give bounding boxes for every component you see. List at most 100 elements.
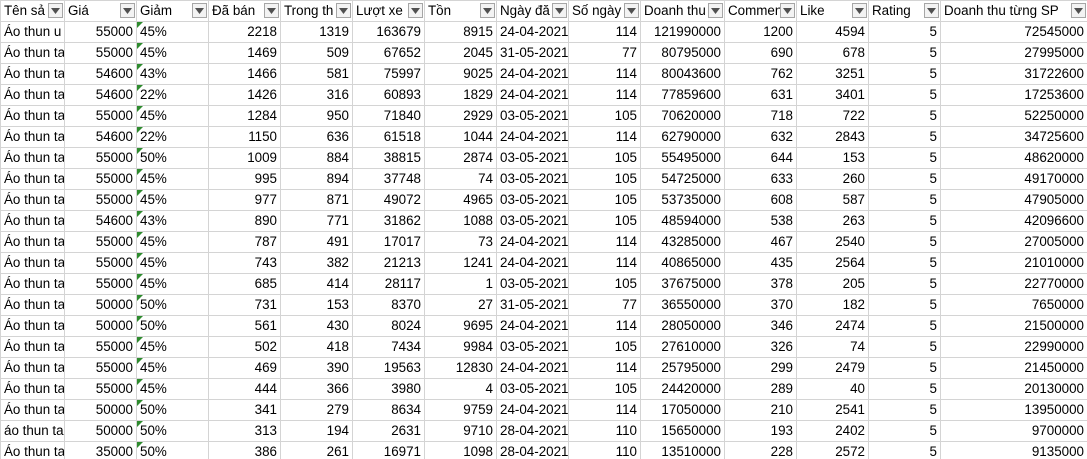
table-cell[interactable]: 5 (868, 378, 941, 400)
table-cell[interactable]: 37675000 (640, 273, 725, 295)
table-cell[interactable]: 114 (568, 357, 641, 379)
table-cell[interactable]: 28-04-2021 (496, 441, 569, 459)
table-cell[interactable]: 114 (568, 84, 641, 106)
table-cell[interactable]: 12830 (424, 357, 497, 379)
table-cell[interactable]: 114 (568, 399, 641, 421)
table-cell[interactable]: 386 (208, 441, 281, 459)
table-cell[interactable]: 182 (796, 294, 869, 316)
table-cell[interactable]: 74 (424, 168, 497, 190)
table-cell[interactable]: 53735000 (640, 189, 725, 211)
table-cell[interactable]: 1829 (424, 84, 497, 106)
table-cell[interactable]: 40865000 (640, 252, 725, 274)
table-cell[interactable]: 03-05-2021 (496, 147, 569, 169)
table-cell[interactable]: 47905000 (940, 189, 1087, 211)
table-cell[interactable]: 5 (868, 21, 941, 43)
table-cell[interactable]: 49072 (352, 189, 425, 211)
table-cell[interactable]: 5 (868, 399, 941, 421)
table-cell[interactable]: 1200 (724, 21, 797, 43)
table-cell[interactable]: 55000 (64, 252, 137, 274)
table-cell[interactable]: 193 (724, 420, 797, 442)
table-cell[interactable]: 45% (136, 42, 209, 64)
table-cell[interactable]: 55000 (64, 21, 137, 43)
table-cell[interactable]: 105 (568, 273, 641, 295)
table-cell[interactable]: 5 (868, 84, 941, 106)
table-cell[interactable]: 977 (208, 189, 281, 211)
table-cell[interactable]: 2874 (424, 147, 497, 169)
table-cell[interactable]: 45% (136, 231, 209, 253)
table-cell[interactable]: 2402 (796, 420, 869, 442)
table-cell[interactable]: 45% (136, 189, 209, 211)
table-cell[interactable]: Áo thun ta (0, 147, 65, 169)
table-cell[interactable]: 55000 (64, 168, 137, 190)
table-cell[interactable]: 19563 (352, 357, 425, 379)
table-cell[interactable]: 71840 (352, 105, 425, 127)
table-cell[interactable]: Áo thun ta (0, 315, 65, 337)
table-cell[interactable]: Áo thun ta (0, 273, 65, 295)
table-cell[interactable]: 444 (208, 378, 281, 400)
table-cell[interactable]: 378 (724, 273, 797, 295)
table-cell[interactable]: Áo thun ta (0, 441, 65, 459)
table-cell[interactable]: 390 (280, 357, 353, 379)
table-cell[interactable]: 54600 (64, 63, 137, 85)
table-cell[interactable]: 34725600 (940, 126, 1087, 148)
table-cell[interactable]: 50% (136, 294, 209, 316)
table-cell[interactable]: 1098 (424, 441, 497, 459)
filter-dropdown-icon[interactable] (924, 3, 939, 18)
table-cell[interactable]: 54600 (64, 210, 137, 232)
table-cell[interactable]: 52250000 (940, 105, 1087, 127)
filter-dropdown-icon[interactable] (780, 3, 795, 18)
table-cell[interactable]: 27610000 (640, 336, 725, 358)
table-cell[interactable]: 50% (136, 399, 209, 421)
table-cell[interactable]: 55000 (64, 357, 137, 379)
table-cell[interactable]: 55000 (64, 273, 137, 295)
table-cell[interactable]: 5 (868, 273, 941, 295)
table-cell[interactable]: 1319 (280, 21, 353, 43)
table-cell[interactable]: 5 (868, 105, 941, 127)
table-cell[interactable]: 21500000 (940, 315, 1087, 337)
table-cell[interactable]: 3251 (796, 63, 869, 85)
table-cell[interactable]: 509 (280, 42, 353, 64)
table-cell[interactable]: 27995000 (940, 42, 1087, 64)
table-cell[interactable]: 45% (136, 357, 209, 379)
table-cell[interactable]: 950 (280, 105, 353, 127)
table-cell[interactable]: 27 (424, 294, 497, 316)
table-cell[interactable]: 54600 (64, 126, 137, 148)
table-cell[interactable]: 31862 (352, 210, 425, 232)
table-cell[interactable]: 644 (724, 147, 797, 169)
table-cell[interactable]: 5 (868, 294, 941, 316)
table-cell[interactable]: 38815 (352, 147, 425, 169)
table-cell[interactable]: 114 (568, 315, 641, 337)
filter-dropdown-icon[interactable] (624, 3, 639, 18)
filter-dropdown-icon[interactable] (120, 3, 135, 18)
table-cell[interactable]: 54600 (64, 84, 137, 106)
table-cell[interactable]: 24-04-2021 (496, 84, 569, 106)
table-cell[interactable]: 2631 (352, 420, 425, 442)
table-cell[interactable]: 55495000 (640, 147, 725, 169)
column-header[interactable]: Tên sả (0, 0, 65, 22)
table-cell[interactable]: 22990000 (940, 336, 1087, 358)
table-cell[interactable]: 5 (868, 420, 941, 442)
table-cell[interactable]: 5 (868, 42, 941, 64)
table-cell[interactable]: 678 (796, 42, 869, 64)
table-cell[interactable]: 690 (724, 42, 797, 64)
filter-dropdown-icon[interactable] (264, 3, 279, 18)
table-cell[interactable]: 50% (136, 441, 209, 459)
table-cell[interactable]: 22% (136, 84, 209, 106)
table-cell[interactable]: 9700000 (940, 420, 1087, 442)
column-header[interactable]: Doanh thu từng SP (940, 0, 1087, 22)
table-cell[interactable]: Áo thun ta (0, 189, 65, 211)
table-cell[interactable]: 35000 (64, 441, 137, 459)
table-cell[interactable]: 260 (796, 168, 869, 190)
table-cell[interactable]: 105 (568, 378, 641, 400)
table-cell[interactable]: 163679 (352, 21, 425, 43)
table-cell[interactable]: 8370 (352, 294, 425, 316)
table-cell[interactable]: Áo thun ta (0, 336, 65, 358)
table-cell[interactable]: 31-05-2021 (496, 294, 569, 316)
table-cell[interactable]: 366 (280, 378, 353, 400)
table-cell[interactable]: Áo thun ta (0, 84, 65, 106)
table-cell[interactable]: 194 (280, 420, 353, 442)
table-cell[interactable]: 1284 (208, 105, 281, 127)
table-cell[interactable]: 105 (568, 147, 641, 169)
table-cell[interactable]: 17017 (352, 231, 425, 253)
table-cell[interactable]: 346 (724, 315, 797, 337)
